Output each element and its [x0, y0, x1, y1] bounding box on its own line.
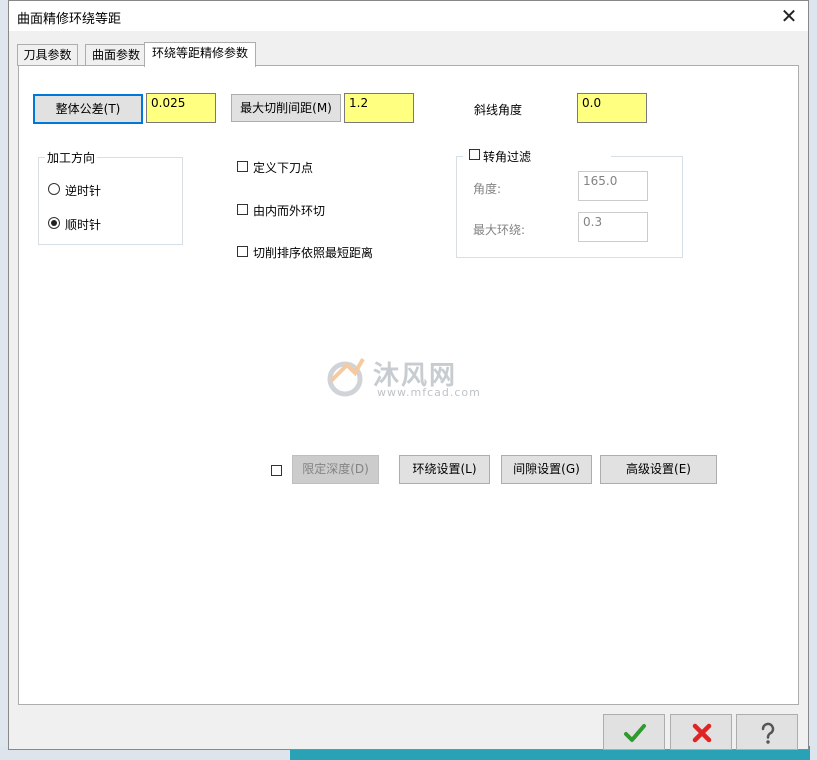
depth-limit-button-label: 限定深度(D)	[302, 462, 369, 476]
shortest-order-label: 切削排序依照最短距离	[253, 246, 374, 260]
watermark-logo-icon	[327, 358, 365, 397]
tab-label: 环绕等距精修参数	[151, 46, 248, 60]
watermark: 沐风网 www.mfcad.com	[325, 355, 495, 403]
slope-angle-field[interactable]: 0.0	[577, 93, 647, 123]
corner-filter-checkbox[interactable]	[469, 149, 480, 160]
tolerance-field[interactable]: 0.025	[146, 93, 216, 123]
tab-label: 曲面参数	[91, 48, 140, 62]
watermark-url: www.mfcad.com	[377, 386, 481, 399]
depth-limit-button[interactable]: 限定深度(D)	[292, 455, 379, 484]
shortest-order-checkbox[interactable]	[237, 246, 248, 257]
tab-surface-params[interactable]: 曲面参数	[85, 44, 147, 66]
inside-out-checkbox[interactable]	[237, 204, 248, 215]
max-loop-field[interactable]: 0.3	[578, 212, 648, 242]
angle-field[interactable]: 165.0	[578, 171, 648, 201]
cross-icon	[692, 723, 712, 743]
corner-filter-group: 转角过滤 角度: 165.0 最大环绕: 0.3	[456, 148, 683, 258]
cw-label: 顺时针	[65, 218, 102, 232]
corner-filter-label: 转角过滤	[483, 150, 532, 164]
max-stepover-button[interactable]: 最大切削间距(M)	[231, 94, 341, 122]
max-stepover-field[interactable]: 1.2	[344, 93, 414, 123]
loop-settings-button-label: 环绕设置(L)	[412, 462, 477, 476]
cancel-button[interactable]	[670, 714, 732, 750]
tab-label: 刀具参数	[23, 48, 72, 62]
ccw-radio[interactable]	[48, 183, 60, 195]
advanced-settings-button[interactable]: 高级设置(E)	[600, 455, 717, 484]
help-icon	[761, 722, 775, 744]
gap-settings-button[interactable]: 间隙设置(G)	[501, 455, 592, 484]
background-right-strip	[809, 0, 817, 760]
checkmark-icon	[624, 724, 646, 742]
inside-out-label: 由内而外环切	[253, 204, 326, 218]
tolerance-button[interactable]: 整体公差(T)	[33, 94, 143, 124]
close-icon[interactable]: ✕	[776, 3, 802, 29]
help-button[interactable]	[736, 714, 798, 750]
gap-settings-button-label: 间隙设置(G)	[513, 462, 580, 476]
max-stepover-button-label: 最大切削间距(M)	[240, 101, 332, 115]
direction-legend: 加工方向	[45, 149, 98, 166]
define-entry-checkbox[interactable]	[237, 161, 248, 172]
window-title: 曲面精修环绕等距	[17, 12, 122, 27]
advanced-settings-button-label: 高级设置(E)	[626, 462, 691, 476]
slope-angle-label: 斜线角度	[474, 103, 523, 117]
title-bar: 曲面精修环绕等距 ✕	[9, 1, 808, 31]
depth-limit-checkbox[interactable]	[271, 465, 282, 476]
corner-filter-legend: 转角过滤	[463, 148, 612, 165]
direction-group: 加工方向 逆时针 顺时针	[38, 149, 183, 245]
loop-settings-button[interactable]: 环绕设置(L)	[399, 455, 490, 484]
cw-radio[interactable]	[48, 217, 60, 229]
tab-tool-params[interactable]: 刀具参数	[17, 44, 78, 66]
define-entry-label: 定义下刀点	[253, 161, 314, 175]
angle-label: 角度:	[473, 182, 502, 196]
ccw-label: 逆时针	[65, 184, 102, 198]
ok-button[interactable]	[603, 714, 665, 750]
tolerance-button-label: 整体公差(T)	[55, 102, 121, 116]
tab-scallop-params[interactable]: 环绕等距精修参数	[144, 42, 256, 67]
max-loop-label: 最大环绕:	[473, 223, 526, 237]
